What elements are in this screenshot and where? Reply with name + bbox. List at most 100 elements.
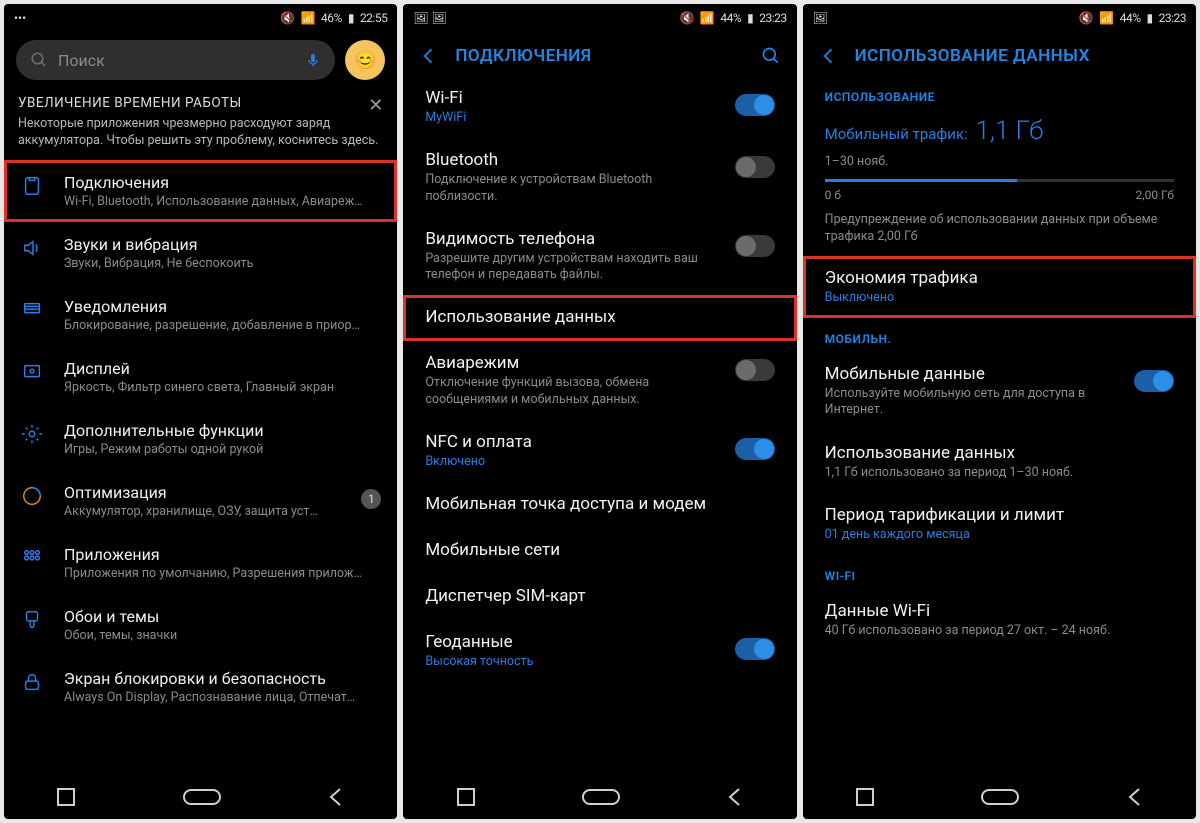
- search-row: Поиск 😊: [4, 32, 397, 88]
- search-placeholder: Поиск: [58, 51, 105, 70]
- profile-avatar[interactable]: 😊: [345, 40, 385, 80]
- visibility-toggle[interactable]: [735, 235, 775, 257]
- sound-icon: [20, 237, 44, 259]
- tip-title: УВЕЛИЧЕНИЕ ВРЕМЕНИ РАБОТЫ: [18, 94, 383, 112]
- page-title: ИСПОЛЬЗОВАНИЕ ДАННЫХ: [855, 46, 1090, 66]
- airplane-toggle[interactable]: [735, 359, 775, 381]
- mobile-data-toggle[interactable]: [1134, 370, 1174, 392]
- row-mobile-data[interactable]: Мобильные данные Используйте мобильную с…: [803, 352, 1196, 431]
- apps-icon: [20, 547, 44, 569]
- close-icon[interactable]: ✕: [368, 94, 383, 118]
- battery-icon: ▮: [1146, 11, 1152, 25]
- notifications-icon: [20, 299, 44, 321]
- row-nfc[interactable]: NFC и оплата Включено: [403, 420, 796, 482]
- search-icon: [30, 51, 48, 69]
- clock: 23:23: [759, 11, 786, 25]
- settings-item-optimization[interactable]: Оптимизация Аккумулятор, хранилище, ОЗУ,…: [4, 470, 397, 532]
- battery-percent: 46%: [321, 11, 342, 25]
- android-nav-bar: [403, 775, 796, 819]
- home-button[interactable]: [978, 786, 1022, 808]
- back-arrow-icon[interactable]: [419, 46, 439, 66]
- bluetooth-toggle[interactable]: [735, 156, 775, 178]
- settings-item-lock-security[interactable]: Экран блокировки и безопасность Always O…: [4, 656, 397, 718]
- usage-label: Мобильный трафик:: [825, 125, 968, 143]
- display-icon: [20, 361, 44, 383]
- home-button[interactable]: [180, 786, 224, 808]
- mute-icon: 🔇: [679, 11, 693, 25]
- row-data-usage[interactable]: Использование данных: [403, 295, 796, 341]
- battery-percent: 44%: [1120, 11, 1141, 25]
- search-input[interactable]: Поиск: [16, 40, 335, 80]
- recents-button[interactable]: [455, 786, 477, 808]
- mute-icon: 🔇: [1079, 11, 1093, 25]
- status-notif-icon: 🖼 🖼: [413, 11, 446, 25]
- signal-icon: 📶: [1099, 11, 1113, 25]
- row-bluetooth[interactable]: Bluetooth Подключение к устройствам Blue…: [403, 138, 796, 217]
- signal-icon: 📶: [301, 11, 315, 25]
- connections-list: Wi-Fi MyWiFi Bluetooth Подключение к уст…: [403, 76, 796, 775]
- mic-icon[interactable]: [305, 50, 321, 70]
- row-hotspot[interactable]: Мобильная точка доступа и модем: [403, 482, 796, 528]
- back-arrow-icon[interactable]: [819, 46, 839, 66]
- app-header: ИСПОЛЬЗОВАНИЕ ДАННЫХ: [803, 32, 1196, 76]
- lock-icon: [20, 671, 44, 693]
- wifi-toggle[interactable]: [735, 94, 775, 116]
- brush-icon: [20, 609, 44, 631]
- settings-item-apps[interactable]: Приложения Приложения по умолчанию, Разр…: [4, 532, 397, 594]
- usage-warning-text: Предупреждение об использовании данных п…: [825, 212, 1174, 246]
- usage-scale-max: 2,00 Гб: [1135, 188, 1174, 202]
- row-location[interactable]: Геоданные Высокая точность: [403, 620, 796, 682]
- usage-progress-bar: [825, 179, 1174, 182]
- row-airplane[interactable]: Авиарежим Отключение функций вызова, обм…: [403, 341, 796, 420]
- back-button[interactable]: [326, 786, 346, 808]
- search-icon[interactable]: [761, 46, 781, 66]
- app-header: ПОДКЛЮЧЕНИЯ: [403, 32, 796, 76]
- location-toggle[interactable]: [735, 638, 775, 660]
- battery-tip-card[interactable]: УВЕЛИЧЕНИЕ ВРЕМЕНИ РАБОТЫ ✕ Некоторые пр…: [18, 94, 383, 150]
- optimization-icon: [20, 485, 44, 507]
- status-bar: 🖼 🔇 📶 44% ▮ 23:23: [803, 4, 1196, 32]
- settings-item-notifications[interactable]: Уведомления Блокирование, разрешение, до…: [4, 284, 397, 346]
- row-sim-manager[interactable]: Диспетчер SIM-карт: [403, 574, 796, 620]
- row-billing-cycle[interactable]: Период тарификации и лимит 01 день каждо…: [803, 493, 1196, 555]
- settings-item-advanced[interactable]: Дополнительные функции Игры, Режим работ…: [4, 408, 397, 470]
- row-wifi-usage[interactable]: Данные Wi-Fi 40 Гб использовано за перио…: [803, 589, 1196, 651]
- status-notif-icon: 🖼: [813, 11, 828, 25]
- settings-item-connections[interactable]: Подключения Wi-Fi, Bluetooth, Использова…: [4, 160, 397, 222]
- tip-body: Некоторые приложения чрезмерно расходуют…: [18, 116, 383, 150]
- badge-count: 1: [361, 489, 381, 509]
- phone-settings-main: ••• 🔇 📶 46% ▮ 22:55 Поиск 😊 У: [4, 4, 397, 819]
- settings-item-sounds[interactable]: Звуки и вибрация Звуки, Вибрация, Не бес…: [4, 222, 397, 284]
- row-wifi[interactable]: Wi-Fi MyWiFi: [403, 76, 796, 138]
- usage-summary[interactable]: Мобильный трафик: 1,1 Гб 1–30 нояб. 0 б …: [803, 110, 1196, 256]
- android-nav-bar: [803, 775, 1196, 819]
- row-mobile-networks[interactable]: Мобильные сети: [403, 528, 796, 574]
- settings-list: Подключения Wi-Fi, Bluetooth, Использова…: [4, 160, 397, 775]
- battery-icon: ▮: [747, 11, 753, 25]
- battery-icon: ▮: [348, 11, 354, 25]
- clock: 23:23: [1159, 11, 1186, 25]
- mute-icon: 🔇: [280, 11, 294, 25]
- recents-button[interactable]: [55, 786, 77, 808]
- usage-value: 1,1 Гб: [975, 116, 1043, 146]
- section-wifi-label: WI-FI: [803, 555, 1196, 589]
- back-button[interactable]: [725, 786, 745, 808]
- usage-period: 1–30 нояб.: [825, 154, 1174, 169]
- home-button[interactable]: [579, 786, 623, 808]
- gear-icon: [20, 423, 44, 445]
- back-button[interactable]: [1125, 786, 1145, 808]
- row-mobile-usage[interactable]: Использование данных 1,1 Гб использовано…: [803, 431, 1196, 493]
- nfc-toggle[interactable]: [735, 438, 775, 460]
- clock: 22:55: [360, 11, 387, 25]
- status-bar: ••• 🔇 📶 46% ▮ 22:55: [4, 4, 397, 32]
- android-nav-bar: [4, 775, 397, 819]
- row-data-saver[interactable]: Экономия трафика Выключено: [803, 256, 1196, 318]
- section-usage-label: ИСПОЛЬЗОВАНИЕ: [803, 76, 1196, 110]
- settings-item-wallpapers[interactable]: Обои и темы Обои, темы, значки: [4, 594, 397, 656]
- recents-button[interactable]: [854, 786, 876, 808]
- section-mobile-label: МОБИЛЬН.: [803, 318, 1196, 352]
- phone-data-usage: 🖼 🔇 📶 44% ▮ 23:23 ИСПОЛЬЗОВАНИЕ ДАННЫХ И…: [803, 4, 1196, 819]
- page-title: ПОДКЛЮЧЕНИЯ: [455, 46, 591, 66]
- settings-item-display[interactable]: Дисплей Яркость, Фильтр синего света, Гл…: [4, 346, 397, 408]
- row-visibility[interactable]: Видимость телефона Разрешите другим устр…: [403, 217, 796, 296]
